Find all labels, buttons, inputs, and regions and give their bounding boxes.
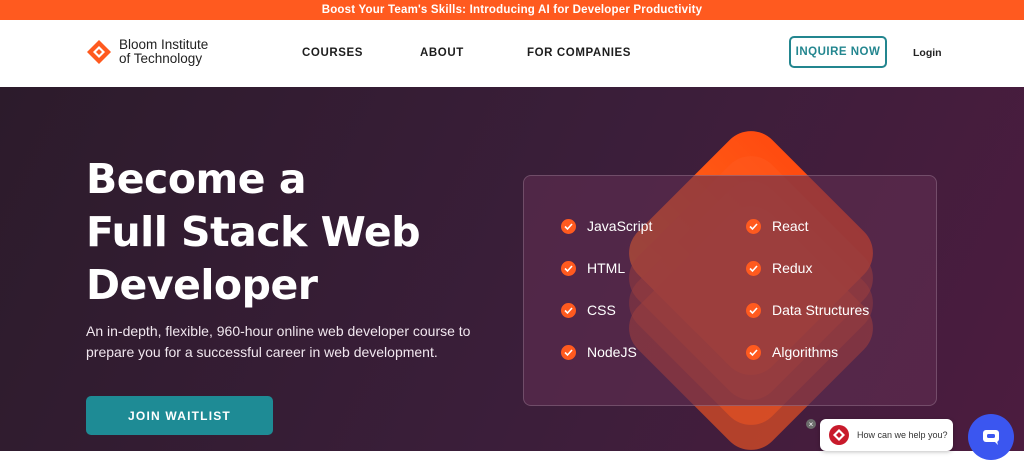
hero-section: Become a Full Stack Web Developer An in-… — [0, 87, 1024, 451]
check-icon — [561, 218, 576, 234]
logo-line-2: of Technology — [119, 51, 203, 66]
site-header: Bloom Institute of Technology COURSES AB… — [0, 20, 1024, 87]
logo-line-1: Bloom Institute — [119, 37, 209, 52]
chat-prompt-text: How can we help you? — [857, 430, 948, 440]
logo[interactable]: Bloom Institute of Technology — [86, 38, 208, 66]
skill-item: Data Structures — [746, 302, 869, 318]
check-icon — [746, 218, 761, 234]
check-icon — [746, 302, 761, 318]
hero-title-line-3: Developer — [86, 261, 318, 309]
skill-label: CSS — [587, 302, 616, 318]
skill-label: NodeJS — [587, 344, 637, 360]
nav-courses[interactable]: COURSES — [302, 47, 363, 59]
skill-label: Redux — [772, 260, 813, 276]
skill-item: JavaScript — [561, 218, 652, 234]
announcement-text[interactable]: Boost Your Team's Skills: Introducing AI… — [322, 4, 703, 16]
skill-label: JavaScript — [587, 218, 653, 234]
skill-item: NodeJS — [561, 344, 637, 360]
nav-for-companies[interactable]: FOR COMPANIES — [527, 47, 631, 59]
announcement-bar[interactable]: Boost Your Team's Skills: Introducing AI… — [0, 0, 1024, 20]
hero-title: Become a Full Stack Web Developer — [86, 153, 446, 312]
hero-description: An in-depth, flexible, 960-hour online w… — [86, 323, 471, 360]
logo-text: Bloom Institute of Technology — [119, 38, 208, 66]
hero-title-line-1: Become a — [86, 155, 307, 203]
nav-about[interactable]: ABOUT — [420, 47, 464, 59]
skill-item: HTML — [561, 260, 625, 276]
inquire-now-button[interactable]: INQUIRE NOW — [789, 36, 887, 68]
check-icon — [561, 344, 576, 360]
skill-label: Data Structures — [772, 302, 870, 318]
hero-title-line-2: Full Stack Web — [86, 208, 421, 256]
check-icon — [746, 260, 761, 276]
skill-label: React — [772, 218, 809, 234]
chat-avatar-icon — [829, 425, 849, 445]
login-link[interactable]: Login — [913, 47, 942, 59]
skill-label: HTML — [587, 260, 626, 276]
chat-prompt-bubble[interactable]: How can we help you? — [820, 419, 953, 451]
skill-item: React — [746, 218, 809, 234]
bloom-logo-icon — [87, 40, 111, 64]
check-icon — [746, 344, 761, 360]
skill-item: CSS — [561, 302, 616, 318]
skill-item: Algorithms — [746, 344, 838, 360]
chat-icon — [983, 430, 999, 445]
join-waitlist-button[interactable]: JOIN WAITLIST — [86, 396, 273, 435]
skills-panel: JavaScript HTML CSS NodeJS React Redux D… — [523, 175, 937, 406]
skill-label: Algorithms — [772, 344, 839, 360]
chat-launcher-button[interactable] — [968, 414, 1014, 460]
skill-item: Redux — [746, 260, 812, 276]
check-icon — [561, 302, 576, 318]
check-icon — [561, 260, 576, 276]
chat-close-icon[interactable]: × — [806, 419, 816, 429]
